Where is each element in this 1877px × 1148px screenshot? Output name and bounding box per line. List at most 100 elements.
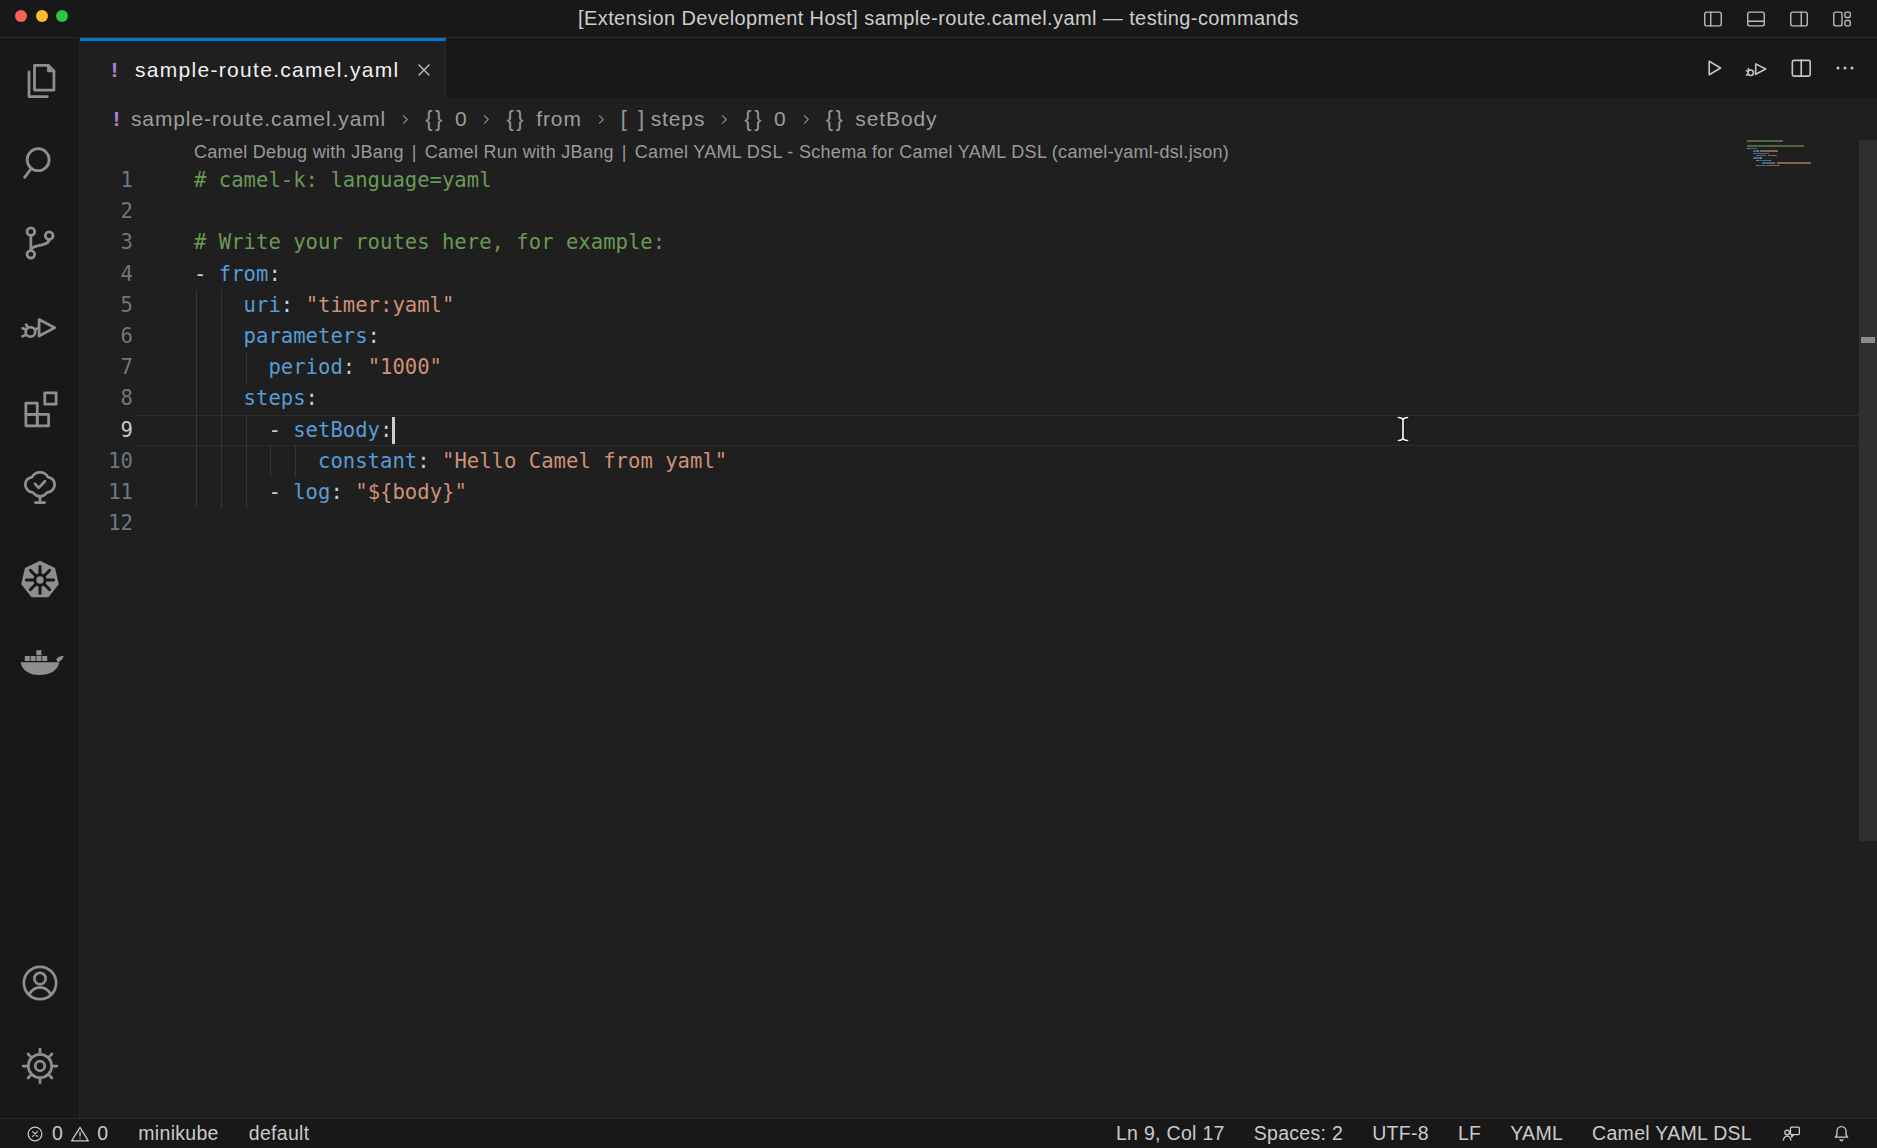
minimap-line [1769,160,1770,162]
activity-bar-item-accounts[interactable] [0,961,80,1005]
code-line-9[interactable]: 9 - setBody: [80,415,1877,446]
tab-bar: ! sample-route.camel.yaml [80,38,1877,98]
line-number: 1 [80,165,133,196]
text-cursor [392,417,395,444]
code-line-text: steps: [194,383,318,414]
minimap-line [1760,157,1761,159]
status-bar-left: 00 minikube default [0,1119,309,1148]
status-text: Ln 9, Col 17 [1116,1122,1225,1145]
close-tab-button[interactable] [413,59,435,81]
close-window-button[interactable] [15,10,27,22]
run-button[interactable] [1700,55,1726,81]
code-line-3[interactable]: 3# Write your routes here, for example: [80,227,1877,258]
run-and-debug-icon [18,303,62,347]
debug-run-button[interactable] [1744,55,1770,81]
chevron-right-icon [593,111,610,128]
minimize-window-button[interactable] [36,10,48,22]
activity-bar-item-explorer[interactable] [0,59,80,103]
activity-bar-item-run-and-debug[interactable] [0,303,80,347]
code-line-text: # camel-k: language=yaml [194,165,492,196]
status-item-cursor-position[interactable]: Ln 9, Col 17 [1116,1122,1225,1145]
status-item-encoding[interactable]: UTF-8 [1372,1122,1429,1145]
breadcrumb-label: sample-route.camel.yaml [131,107,386,131]
symbol-icon: {} [506,106,526,132]
code-line-7[interactable]: 7 period: "1000" [80,352,1877,383]
vertical-scrollbar[interactable] [1859,140,1877,841]
more-actions-button[interactable] [1832,55,1858,81]
activity-bar-item-docker[interactable] [0,636,80,684]
minimap[interactable] [1740,140,1859,340]
code-editor[interactable]: 1 # camel-k: language=yaml 23# Write your … [80,165,1877,539]
chevron-right-icon [478,111,495,128]
line-number: 8 [80,383,133,414]
layout-sidebar-left-button[interactable] [1702,8,1724,30]
line-number: 7 [80,352,133,383]
code-line-5[interactable]: 5 uri: "timer:yaml" [80,290,1877,321]
activity-bar-item-source-control[interactable] [0,221,80,265]
codelens-separator: | [412,142,417,163]
activity-bar-item-kubernetes[interactable] [0,556,80,604]
code-line-11[interactable]: 11 - log: "${body}" [80,477,1877,508]
codelens: Camel Debug with JBang | Camel Run with JB… [80,140,1877,165]
layout-panel-button[interactable] [1745,8,1767,30]
codelens-link[interactable]: Camel Run with JBang [425,142,614,163]
codelens-link[interactable]: Camel YAML DSL - Schema for Camel YAML D… [635,142,1229,163]
traffic-lights [15,10,68,22]
kubernetes-icon [16,556,64,604]
activity-bar-item-settings[interactable] [0,1044,80,1088]
status-item-kube-context[interactable]: minikube [138,1122,218,1145]
breadcrumb-separator-icon [397,111,414,128]
activity-bar-item-search[interactable] [0,141,80,185]
breadcrumb-label: 0 [455,107,468,131]
layout-panel-icon [1745,8,1767,30]
tab-sample-route[interactable]: ! sample-route.camel.yaml [80,38,446,98]
code-line-10[interactable]: 10 constant: "Hello Camel from yaml" [80,446,1877,477]
minimap-line [1753,157,1760,159]
activity-bar-item-extensions[interactable] [0,384,80,428]
code-line-4[interactable]: 4- from: [80,259,1877,290]
status-item-language-mode[interactable]: YAML [1510,1122,1563,1145]
line-number: 4 [80,259,133,290]
status-item-feedback[interactable] [1781,1123,1802,1144]
code-line-6[interactable]: 6 parameters: [80,321,1877,352]
code-line-1[interactable]: 1 # camel-k: language=yaml [80,165,1877,196]
breadcrumb-separator-icon [798,111,815,128]
bell-icon [1831,1123,1852,1144]
breadcrumb-item[interactable]: {}0 [425,106,467,132]
breadcrumb-item[interactable]: [ ]steps [621,106,706,132]
status-text: minikube [138,1122,218,1145]
breadcrumb-item[interactable]: {}setBody [826,106,938,132]
breadcrumb-item[interactable]: !sample-route.camel.yaml [113,107,386,131]
breadcrumb-item[interactable]: {}0 [744,106,786,132]
activity-bar-item-test-tree[interactable] [0,464,80,508]
minimap-line [1766,165,1779,167]
codelens-link[interactable]: Camel Debug with JBang [194,142,404,163]
line-number: 2 [80,196,133,227]
zoom-window-button[interactable] [56,10,68,22]
status-item-notifications[interactable] [1831,1123,1852,1144]
layout-sidebar-right-button[interactable] [1788,8,1810,30]
editor-actions [1700,38,1877,98]
warning-icon [70,1124,90,1144]
split-editor-button[interactable] [1788,55,1814,81]
breadcrumb: !sample-route.camel.yaml{}0{}from[ ]step… [80,98,1877,140]
code-line-12[interactable]: 12 [80,508,1877,539]
minimap-line [1763,165,1764,167]
chevron-right-icon [798,111,815,128]
minimap-line [1753,153,1768,155]
status-item-schema[interactable]: Camel YAML DSL [1592,1122,1752,1145]
status-text: YAML [1510,1122,1563,1145]
activity-bar [0,38,80,1118]
status-item-kube-namespace[interactable]: default [249,1122,310,1145]
status-item-indentation[interactable]: Spaces: 2 [1254,1122,1343,1145]
status-item-eol[interactable]: LF [1458,1122,1481,1145]
test-tree-icon [18,464,62,508]
chevron-right-icon [397,111,414,128]
code-line-2[interactable]: 2 [80,196,1877,227]
layout-customize-button[interactable] [1831,8,1853,30]
code-line-8[interactable]: 8 steps: [80,383,1877,414]
breadcrumb-item[interactable]: {}from [506,106,581,132]
status-item-problems[interactable]: 00 [25,1122,108,1145]
status-bar-right: Ln 9, Col 17 Spaces: 2 UTF-8 LF YAML Camel YA… [1116,1119,1877,1148]
minimap-line [1768,153,1769,155]
